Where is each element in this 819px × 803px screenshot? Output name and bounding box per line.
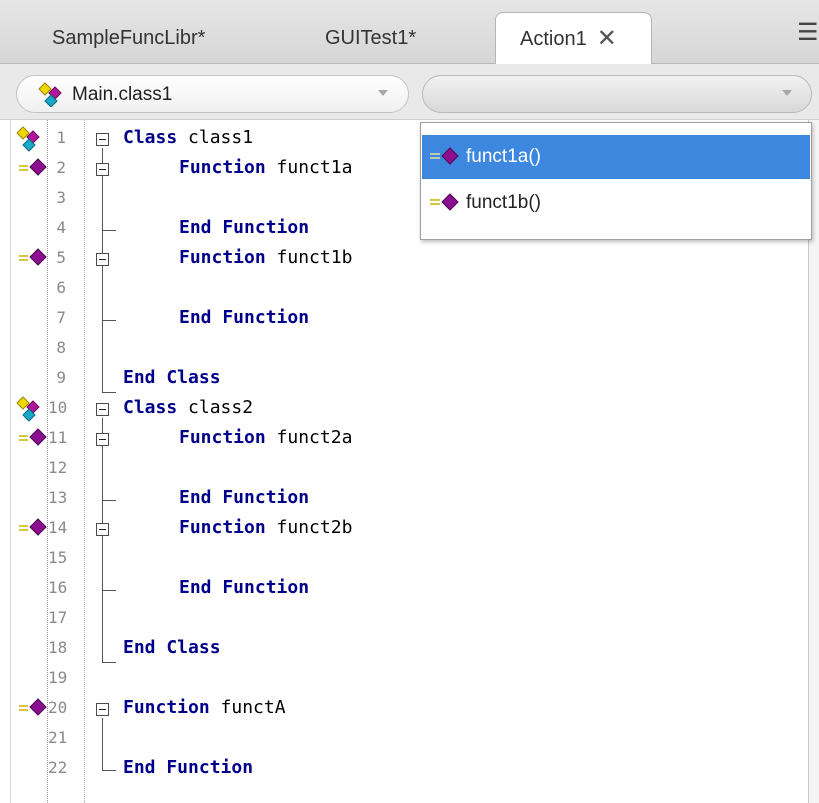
tab-label: Action1 [520, 27, 587, 50]
dropdown-item-label: funct1a() [466, 146, 541, 167]
method-icon [19, 518, 47, 536]
line-number: 19 [48, 668, 68, 687]
line-number: 11 [48, 428, 68, 447]
class-selector[interactable]: Main.class1 [16, 75, 409, 113]
code-identifier: funct2a [276, 427, 353, 448]
tab-samplefunclibr[interactable]: SampleFuncLibr* [52, 12, 205, 64]
method-icon [19, 248, 47, 266]
chevron-down-icon [782, 90, 792, 96]
class-icon [16, 396, 40, 422]
code-keyword: End Class [123, 637, 221, 658]
line-number: 17 [48, 608, 68, 627]
code-keyword: Class [123, 397, 178, 418]
code-line[interactable]: 20 Function functA [0, 695, 808, 725]
method-icon [430, 193, 459, 211]
line-number: 20 [48, 698, 68, 717]
code-line[interactable]: 8 [0, 335, 808, 365]
fold-toggle-icon[interactable] [96, 433, 109, 446]
code-line[interactable]: 9 End Class [0, 365, 808, 395]
code-line[interactable]: 11 Function funct2a [0, 425, 808, 455]
code-keyword: End Function [179, 577, 310, 598]
code-line[interactable]: 22 End Function [0, 755, 808, 785]
tab-label: GUITest1* [325, 26, 417, 49]
tab-overflow-menu-icon[interactable]: ☰ [797, 18, 817, 48]
code-keyword: Function [179, 427, 266, 448]
line-number: 21 [48, 728, 68, 747]
line-number: 8 [56, 338, 66, 357]
code-line[interactable]: 12 [0, 455, 808, 485]
class-icon [38, 82, 62, 107]
line-number: 16 [48, 578, 68, 597]
class-icon [16, 126, 40, 152]
code-line[interactable]: 17 [0, 605, 808, 635]
code-identifier: funct1a [276, 157, 353, 178]
code-identifier: funct1b [276, 247, 353, 268]
code-line[interactable]: 16 End Function [0, 575, 808, 605]
line-number: 10 [48, 398, 68, 417]
tab-bar: SampleFuncLibr* GUITest1* Action1 ✕ ☰ [0, 0, 819, 65]
code-keyword: Function [179, 517, 266, 538]
fold-toggle-icon[interactable] [96, 403, 109, 416]
line-number: 13 [48, 488, 68, 507]
line-number: 3 [56, 188, 66, 207]
code-keyword: End Function [179, 307, 310, 328]
tab-action1[interactable]: Action1 ✕ [495, 12, 652, 65]
close-icon[interactable]: ✕ [597, 27, 617, 51]
line-number: 14 [48, 518, 68, 537]
navigation-toolbar: Main.class1 [0, 64, 819, 120]
line-number: 5 [56, 248, 66, 267]
code-line[interactable]: 7 End Function [0, 305, 808, 335]
code-keyword: End Function [179, 217, 310, 238]
line-number: 22 [48, 758, 68, 777]
tab-label: SampleFuncLibr* [52, 26, 206, 49]
fold-toggle-icon[interactable] [96, 523, 109, 536]
dropdown-item-funct1a[interactable]: funct1a() [422, 135, 810, 179]
fold-toggle-icon[interactable] [96, 133, 109, 146]
line-number: 18 [48, 638, 68, 657]
line-number: 2 [56, 158, 66, 177]
function-dropdown-list: funct1a() funct1b() [420, 122, 812, 240]
method-icon [19, 158, 47, 176]
code-keyword: Function [179, 247, 266, 268]
code-keyword: Function [179, 157, 266, 178]
code-identifier: funct2b [276, 517, 353, 538]
line-number: 15 [48, 548, 68, 567]
code-line[interactable]: 6 [0, 275, 808, 305]
line-number: 9 [56, 368, 66, 387]
line-number: 4 [56, 218, 66, 237]
line-number: 1 [56, 128, 66, 147]
code-line[interactable]: 13 End Function [0, 485, 808, 515]
fold-toggle-icon[interactable] [96, 703, 109, 716]
line-number: 12 [48, 458, 68, 477]
line-number: 7 [56, 308, 66, 327]
code-keyword: End Class [123, 367, 221, 388]
code-identifier: class1 [188, 127, 254, 148]
code-keyword: Function [123, 697, 210, 718]
chevron-down-icon [378, 90, 388, 96]
class-selector-value: Main.class1 [72, 84, 173, 105]
code-keyword: End Function [123, 757, 254, 778]
code-keyword: Class [123, 127, 178, 148]
code-line[interactable]: 18 End Class [0, 635, 808, 665]
method-icon [19, 428, 47, 446]
fold-toggle-icon[interactable] [96, 253, 109, 266]
code-keyword: End Function [179, 487, 310, 508]
tab-guitest1[interactable]: GUITest1* [325, 12, 416, 64]
dropdown-item-label: funct1b() [466, 192, 541, 213]
function-selector[interactable] [422, 75, 812, 113]
code-line[interactable]: 19 [0, 665, 808, 695]
code-line[interactable]: 5 Function funct1b [0, 245, 808, 275]
code-line[interactable]: 15 [0, 545, 808, 575]
code-identifier: functA [220, 697, 286, 718]
code-identifier: class2 [188, 397, 254, 418]
fold-toggle-icon[interactable] [96, 163, 109, 176]
code-line[interactable]: 10 Class class2 [0, 395, 808, 425]
line-number: 6 [56, 278, 66, 297]
method-icon [19, 698, 47, 716]
method-icon [430, 147, 459, 165]
dropdown-item-funct1b[interactable]: funct1b() [422, 181, 810, 225]
code-line[interactable]: 14 Function funct2b [0, 515, 808, 545]
code-line[interactable]: 21 [0, 725, 808, 755]
